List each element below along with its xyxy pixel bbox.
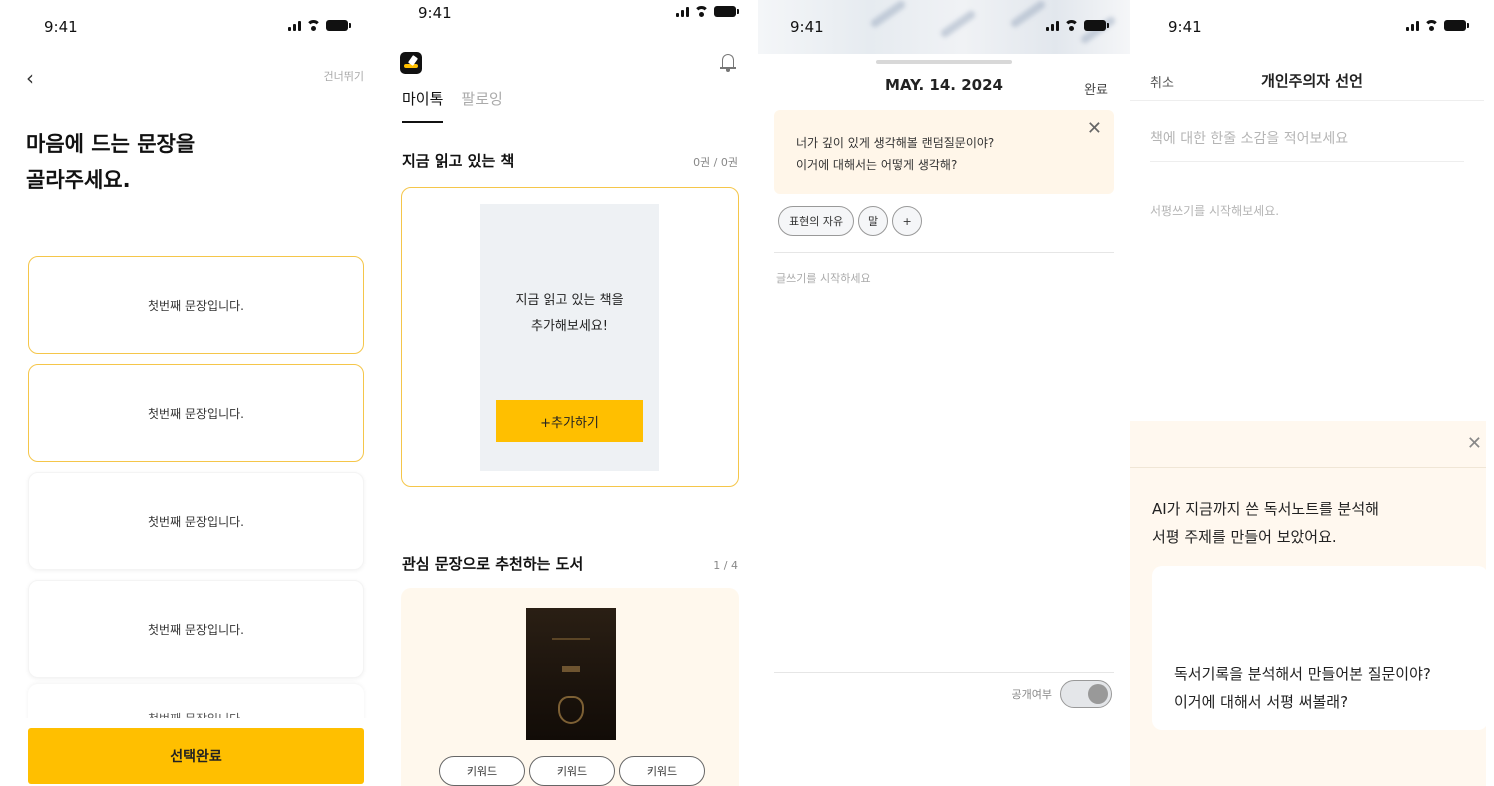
public-label: 공개여부: [1011, 688, 1052, 701]
app-logo-icon: [400, 52, 422, 74]
empty-message: 지금 읽고 있는 책을 추가해보세요!: [515, 293, 624, 334]
scroll-fade: [0, 718, 380, 728]
tag-chip[interactable]: 표현의 자유: [778, 206, 855, 236]
status-time: 9:41: [790, 18, 824, 36]
random-question-text: 너가 깊이 있게 생각해볼 랜덤질문이야? 이거에 대해서는 어떻게 생각해?: [796, 136, 995, 172]
status-bar: 9:41: [380, 0, 758, 52]
divider: [774, 252, 1114, 253]
keyword-list: 키워드 키워드 키워드: [439, 756, 705, 786]
wifi-icon: [306, 20, 321, 31]
sentence-card[interactable]: 첫번째 문장입니다.: [28, 580, 364, 678]
bottom-sheet: MAY. 14. 2024 완료 너가 깊이 있게 생각해볼 랜덤질문이야? 이…: [758, 54, 1130, 786]
book-title: 개인주의자 선언: [1261, 72, 1363, 90]
ai-question-card[interactable]: 독서기록을 분석해서 만들어본 질문이야? 이거에 대해서 서평 써볼래?: [1152, 566, 1488, 730]
status-bar: 9:41: [0, 0, 380, 52]
home-screen: 9:41 마이톡 팔로잉 지금 읽고 있는 책 0권 / 0권 지금 읽고 있는…: [380, 0, 758, 786]
sentence-card[interactable]: 첫번째 문장입니다.: [28, 364, 364, 462]
keyword-chip[interactable]: 키워드: [439, 756, 525, 786]
back-chevron-icon[interactable]: ‹: [26, 66, 34, 90]
review-text-area[interactable]: 서평쓰기를 시작해보세요.: [1150, 202, 1279, 219]
sentence-list: 첫번째 문장입니다. 첫번째 문장입니다. 첫번째 문장입니다. 첫번째 문장입…: [28, 256, 364, 688]
tag-chip[interactable]: 말: [858, 206, 889, 236]
signal-icon: [676, 7, 689, 17]
bell-icon[interactable]: [720, 52, 736, 72]
oneline-review-input[interactable]: 책에 대한 한줄 소감을 적어보세요: [1150, 128, 1348, 148]
signal-icon: [1406, 21, 1419, 31]
divider: [1130, 467, 1486, 468]
battery-icon: [714, 6, 739, 17]
tab-mytalk[interactable]: 마이톡: [402, 88, 444, 123]
divider: [1150, 161, 1464, 162]
ai-suggestion-panel: ✕ AI가 지금까지 쓴 독서노트를 분석해 서평 주제를 만들어 보았어요. …: [1130, 421, 1488, 786]
divider: [1130, 100, 1484, 101]
public-toggle[interactable]: [1060, 680, 1112, 708]
add-tag-button[interactable]: +: [892, 206, 923, 236]
random-question-box: 너가 깊이 있게 생각해볼 랜덤질문이야? 이거에 대해서는 어떻게 생각해? …: [774, 110, 1114, 194]
reading-count: 0권 / 0권: [693, 156, 738, 169]
status-time: 9:41: [44, 18, 78, 36]
tag-list: 표현의 자유 말 +: [778, 206, 923, 236]
add-book-button[interactable]: +추가하기: [496, 400, 643, 442]
status-bar: 9:41: [758, 0, 1130, 52]
feed-tabs: 마이톡 팔로잉: [402, 88, 503, 123]
sheet-grabber[interactable]: [876, 60, 1012, 64]
reading-section-title: 지금 읽고 있는 책: [402, 152, 515, 170]
note-write-screen: 9:41 MAY. 14. 2024 완료 너가 깊이 있게 생각해볼 랜덤질문…: [758, 0, 1130, 786]
sentence-card[interactable]: 첫번째 문장입니다.: [28, 256, 364, 354]
sentence-select-screen: 9:41 ‹ 건너뛰기 마음에 드는 문장을 골라주세요. 첫번째 문장입니다.…: [0, 0, 380, 786]
signal-icon: [1046, 21, 1059, 31]
recommend-page-indicator: 1 / 4: [713, 559, 738, 572]
note-text-area[interactable]: 글쓰기를 시작하세요: [776, 270, 871, 286]
signal-icon: [288, 21, 301, 31]
review-write-screen: 9:41 취소 개인주의자 선언 책에 대한 한줄 소감을 적어보세요 서평쓰기…: [1130, 0, 1494, 786]
status-time: 9:41: [1168, 18, 1202, 36]
status-icons: [1046, 20, 1109, 31]
status-bar: 9:41: [1130, 0, 1494, 52]
recommend-section-header: 관심 문장으로 추천하는 도서 1 / 4: [402, 553, 738, 574]
empty-book-placeholder: 지금 읽고 있는 책을 추가해보세요! +추가하기: [480, 204, 659, 471]
page-title: 마음에 드는 문장을 골라주세요.: [26, 132, 196, 192]
status-time: 9:41: [418, 4, 452, 22]
status-icons: [1406, 20, 1469, 31]
close-icon[interactable]: ✕: [1087, 118, 1102, 139]
sentence-card[interactable]: 첫번째 문장입니다.: [28, 472, 364, 570]
confirm-button[interactable]: 선택완료: [28, 728, 364, 784]
reading-section-header: 지금 읽고 있는 책 0권 / 0권: [402, 150, 738, 171]
skip-button[interactable]: 건너뛰기: [324, 68, 364, 84]
recommended-book-card[interactable]: 키워드 키워드 키워드: [401, 588, 739, 786]
ai-message: AI가 지금까지 쓴 독서노트를 분석해 서평 주제를 만들어 보았어요.: [1152, 500, 1379, 546]
note-date: MAY. 14. 2024: [885, 76, 1003, 94]
recommend-section-title: 관심 문장으로 추천하는 도서: [402, 555, 584, 573]
ai-question-text: 독서기록을 분석해서 만들어본 질문이야? 이거에 대해서 서평 써볼래?: [1174, 665, 1431, 711]
wifi-icon: [694, 6, 709, 17]
book-cover-image[interactable]: [526, 608, 616, 740]
public-setting: 공개여부: [1012, 680, 1112, 708]
done-button[interactable]: 완료: [1084, 79, 1108, 98]
keyword-chip[interactable]: 키워드: [529, 756, 615, 786]
wifi-icon: [1424, 20, 1439, 31]
battery-icon: [1444, 20, 1469, 31]
status-icons: [288, 20, 351, 31]
status-icons: [676, 6, 739, 17]
divider: [774, 672, 1114, 673]
battery-icon: [326, 20, 351, 31]
close-icon[interactable]: ✕: [1467, 433, 1482, 454]
battery-icon: [1084, 20, 1109, 31]
keyword-chip[interactable]: 키워드: [619, 756, 705, 786]
wifi-icon: [1064, 20, 1079, 31]
tab-following[interactable]: 팔로잉: [461, 88, 502, 123]
